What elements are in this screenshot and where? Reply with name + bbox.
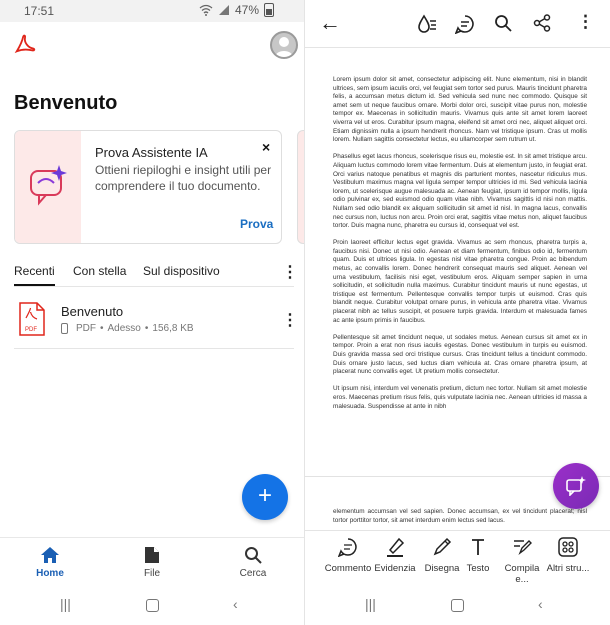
meta-separator: • [144, 323, 149, 334]
tabs-divider [14, 286, 294, 287]
close-icon[interactable]: × [262, 139, 270, 155]
list-item[interactable]: PDF Benvenuto PDF • Adesso • 156,8 KB ⋮ [14, 298, 298, 348]
search-icon[interactable] [494, 14, 512, 32]
file-meta: PDF • Adesso • 156,8 KB [61, 323, 194, 334]
add-button[interactable]: + [242, 474, 288, 520]
tool-testo[interactable]: Testo [453, 537, 503, 574]
next-card-peek[interactable] [297, 130, 304, 244]
battery-icon [264, 3, 274, 17]
paragraph: Phasellus eget lacus rhoncus, scelerisqu… [333, 153, 587, 230]
nav-file[interactable]: File [117, 546, 187, 579]
nav-home[interactable]: Home [15, 546, 85, 579]
paragraph: Ut ipsum nisi, interdum vel venenatis pr… [333, 385, 587, 410]
home-screen: 17:51 47% Benvenuto Prova Assistente IA … [0, 0, 305, 625]
acrobat-logo-icon [14, 34, 36, 54]
device-icon [61, 323, 68, 334]
system-navigation: ||| ‹ [305, 590, 610, 625]
tool-altri-strumenti[interactable]: Altri stru... [543, 537, 593, 574]
pdf-viewer-screen: ← ⋮ Lorem ipsum dolor sit amet, consecte… [305, 0, 610, 625]
nav-home-label: Home [36, 568, 64, 579]
comment-icon [338, 538, 357, 557]
ai-card-title: Prova Assistente IA [95, 145, 208, 160]
profile-avatar[interactable] [270, 31, 298, 59]
ai-chat-sparkle-icon [30, 165, 67, 206]
tool-evidenzia[interactable]: Evidenzia [370, 537, 420, 574]
file-time: Adesso [107, 323, 141, 334]
share-icon[interactable] [533, 14, 551, 32]
paragraph: Proin laoreet efficitur lectus eget grav… [333, 239, 587, 324]
pdf-file-icon: PDF [19, 302, 45, 336]
file-tabs: Recenti Con stella Sul dispositivo ⋮ [14, 264, 298, 286]
tool-label: Compila e... [504, 563, 540, 585]
tool-label: Altri stru... [546, 563, 590, 574]
search-icon [245, 547, 262, 564]
ai-card-illustration [15, 131, 81, 243]
ai-card-description: Ottieni riepiloghi e insight utili per c… [95, 163, 272, 193]
pdf-page-content: Lorem ipsum dolor sit amet, consectetur … [333, 76, 587, 420]
page-title: Benvenuto [14, 92, 118, 114]
text-icon [472, 539, 484, 555]
ai-assistant-button[interactable] [553, 463, 599, 509]
tab-recenti[interactable]: Recenti [14, 264, 55, 286]
try-ai-link[interactable]: Prova [240, 217, 273, 231]
fill-sign-icon [514, 540, 532, 556]
more-tools-icon [558, 537, 578, 557]
ai-assistant-icon[interactable] [455, 14, 475, 34]
ai-sparkle-chat-icon [566, 476, 586, 496]
highlighter-icon [387, 537, 405, 557]
file-name: Benvenuto [61, 304, 124, 319]
system-home-icon[interactable] [451, 599, 464, 612]
tool-label: Evidenzia [374, 563, 416, 574]
status-bar: 17:51 47% [0, 0, 304, 22]
paragraph: Pellentesque sit amet tincidunt neque, u… [333, 333, 587, 376]
wifi-icon [199, 4, 213, 16]
battery-percent: 47% [234, 3, 259, 17]
nav-cerca[interactable]: Cerca [218, 546, 288, 579]
bottom-navigation: Home File Cerca [0, 537, 304, 587]
back-icon[interactable]: ‹ [233, 596, 238, 612]
file-size: 156,8 KB [152, 323, 194, 334]
tool-commento[interactable]: Commento [323, 537, 373, 574]
signal-icon [218, 5, 229, 15]
next-page-content: elementum accumsan vel sed sapien. Donec… [333, 508, 587, 524]
file-more-icon[interactable]: ⋮ [282, 310, 298, 330]
system-navigation: ||| ‹ [0, 590, 304, 625]
ai-assistant-card[interactable]: Prova Assistente IA Ottieni riepiloghi e… [14, 130, 282, 244]
paragraph: Lorem ipsum dolor sit amet, consectetur … [333, 76, 587, 144]
home-icon [41, 547, 59, 563]
tool-label: Commento [324, 563, 372, 574]
edit-tools-bar: Commento Evidenzia Disegna Testo Compila… [305, 530, 610, 586]
recents-icon[interactable]: ||| [60, 596, 71, 612]
back-arrow-icon[interactable]: ← [319, 10, 341, 36]
pen-icon [433, 537, 452, 556]
tool-label: Testo [466, 563, 490, 574]
more-options-icon[interactable]: ⋮ [577, 12, 594, 32]
back-icon[interactable]: ‹ [538, 596, 543, 612]
tool-compila-e-firma[interactable]: Compila e... [497, 537, 547, 585]
liquid-mode-icon[interactable] [417, 14, 437, 34]
system-home-icon[interactable] [146, 599, 159, 612]
nav-file-label: File [143, 568, 161, 579]
pdf-icon-label: PDF [25, 327, 37, 333]
tab-sul-dispositivo[interactable]: Sul dispositivo [143, 264, 220, 278]
recents-icon[interactable]: ||| [365, 596, 376, 612]
status-icons: 47% [199, 3, 274, 17]
nav-cerca-label: Cerca [239, 568, 267, 579]
tab-con-stella[interactable]: Con stella [73, 264, 126, 278]
user-icon [275, 37, 293, 57]
file-type: PDF [76, 323, 96, 334]
tabs-more-icon[interactable]: ⋮ [282, 262, 298, 282]
meta-separator: • [100, 323, 104, 334]
file-divider [14, 348, 294, 349]
status-time: 17:51 [24, 4, 55, 18]
viewer-toolbar: ← ⋮ [305, 0, 610, 48]
file-icon [145, 547, 159, 563]
